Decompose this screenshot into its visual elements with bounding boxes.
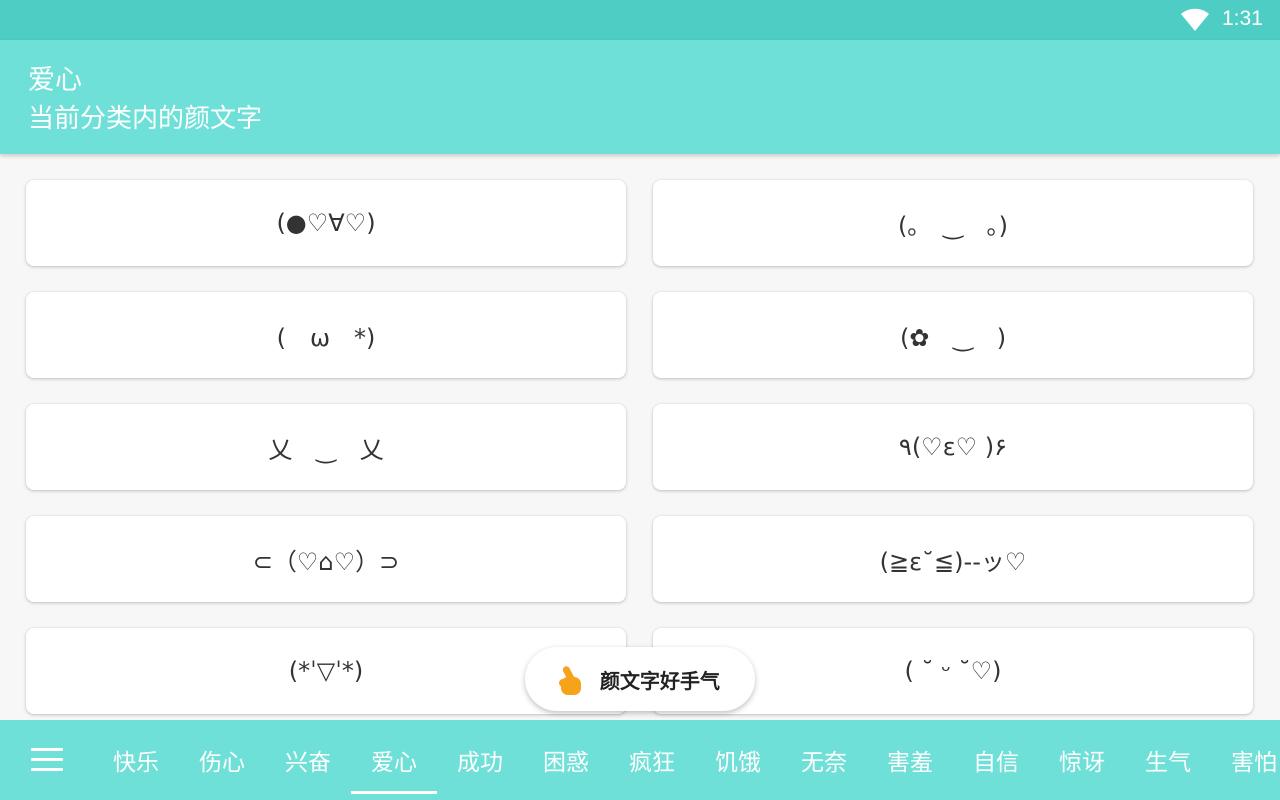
category-tab-bar: 快乐 伤心 兴奋 爱心 成功 困惑 疯狂 饥饿 无奈 害羞 自信 惊讶 生气 害… — [0, 720, 1280, 800]
fab-label: 颜文字好手气 — [600, 669, 720, 693]
tab-angry[interactable]: 生气 — [1125, 720, 1211, 800]
tab-crazy[interactable]: 疯狂 — [609, 720, 695, 800]
tab-shy[interactable]: 害羞 — [867, 720, 953, 800]
wifi-icon — [1181, 8, 1209, 31]
kaomoji-card[interactable]: ⊂（♡⌂♡）⊃ — [26, 516, 626, 602]
tab-scared[interactable]: 害怕 — [1211, 720, 1280, 800]
tab-love[interactable]: 爱心 — [351, 720, 437, 800]
tab-confused[interactable]: 困惑 — [523, 720, 609, 800]
kaomoji-card[interactable]: ٩(♡ε♡ )۶ — [653, 404, 1253, 490]
kaomoji-card[interactable]: 乂 ‿ 乂 — [26, 404, 626, 490]
status-time: 1:31 — [1222, 7, 1263, 30]
kaomoji-card[interactable]: ( ω *) — [26, 292, 626, 378]
lucky-kaomoji-button[interactable]: 颜文字好手气 — [525, 647, 755, 711]
tab-happy[interactable]: 快乐 — [93, 720, 179, 800]
tab-sad[interactable]: 伤心 — [179, 720, 265, 800]
page-title: 爱心 — [28, 65, 82, 96]
menu-icon[interactable] — [28, 744, 66, 776]
app-header: 爱心 当前分类内的颜文字 — [0, 40, 1280, 154]
kaomoji-card[interactable]: (✿ ‿ ) — [653, 292, 1253, 378]
page-subtitle: 当前分类内的颜文字 — [28, 104, 263, 134]
tab-surprised[interactable]: 惊讶 — [1039, 720, 1125, 800]
tab-confident[interactable]: 自信 — [953, 720, 1039, 800]
tab-success[interactable]: 成功 — [437, 720, 523, 800]
tab-helpless[interactable]: 无奈 — [781, 720, 867, 800]
tab-hungry[interactable]: 饥饿 — [695, 720, 781, 800]
kaomoji-card[interactable]: (●♡∀♡) — [26, 180, 626, 266]
tab-excited[interactable]: 兴奋 — [265, 720, 351, 800]
finger-heart-icon — [559, 666, 581, 695]
kaomoji-card[interactable]: (≧ε˘≦)--ッ♡ — [653, 516, 1253, 602]
status-bar: 1:31 — [0, 0, 1280, 40]
kaomoji-card[interactable]: (｡ ‿ ｡) — [653, 180, 1253, 266]
